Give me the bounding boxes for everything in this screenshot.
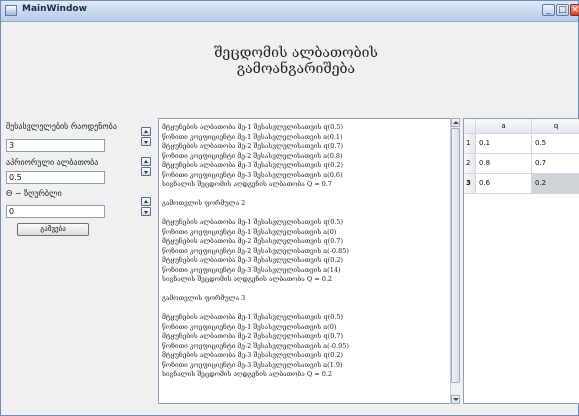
grid-corner [464,119,476,134]
theta-spin-up-icon[interactable] [141,197,151,206]
scroll-up-icon[interactable] [451,118,460,127]
results-line [162,285,448,295]
theta-spin-down-icon[interactable] [141,207,151,216]
grid-row-header[interactable]: 1 [464,134,476,154]
results-line: წონითი კოეფიციენტი მე-2 შესასვლელისათვის… [162,341,349,350]
page-title: შეცდომის ალბათობის გამოანგარიშება [214,45,378,77]
results-line: გამოთვლის ფორმულა 3 [162,294,246,302]
results-scrollbar[interactable] [450,118,460,404]
window-title: MainWindow [22,4,87,14]
results-line: მტყუნების ალბათობა მე-2 შესასვლელისათვის… [162,142,344,150]
count-spin-up-icon[interactable] [141,127,151,136]
close-button[interactable]: × [570,4,579,16]
results-line: მტყუნების ალბათობა მე-2 შესასვლელისათვის… [162,332,344,340]
grid-cell[interactable]: 0.5 [532,134,579,154]
apriori-label: აპრიორული ალბათობა [6,158,99,167]
results-line: წონითი კოეფიციენტი მე-1 შესასვლელისათვის… [162,227,337,236]
results-line: წონითი კოეფიციენტი მე-3 შესასვლელისათვის… [162,265,341,274]
results-line: მტყუნების ალბათობა მე-3 შესასვლელისათვის… [162,256,344,264]
results-line: წონითი კოეფიციენტი მე-3 შესასვლელისათვის… [162,170,343,179]
results-line: მტყუნების ალბათობა მე-3 შესასვლელისათვის… [162,161,344,169]
grid-header-q[interactable]: q [532,119,579,134]
grid-cell[interactable]: 0.7 [532,154,579,174]
grid-header-a[interactable]: a [476,119,532,134]
results-line: სიგნალის შეცდომის აღდგენის ალბათობა Q = … [162,275,333,283]
results-line: მტყუნების ალბათობა მე-1 შესასვლელისათვის… [162,218,344,226]
apriori-input[interactable]: 0.5 [6,171,105,184]
results-line: გამოთვლის ფორმულა 2 [162,199,246,207]
results-line: წონითი კოეფიციენტი მე-3 შესასვლელისათვის… [162,360,343,369]
results-line: წონითი კოეფიციენტი მე-1 შესასვლელისათვის… [162,132,343,141]
results-line: მტყუნების ალბათობა მე-1 შესასვლელისათვის… [162,313,344,321]
apriori-spin-up-icon[interactable] [141,157,151,166]
theta-input[interactable]: 0 [6,205,105,218]
results-line: სიგნალის შეცდომის აღდგენის ალბათობა Q = … [162,370,333,378]
results-line [162,209,448,219]
grid-row-header[interactable]: 2 [464,154,476,174]
results-line [162,190,448,200]
window-app-icon [5,5,17,16]
minimize-button[interactable]: _ [542,4,555,16]
count-spin-down-icon[interactable] [141,137,151,146]
grid-row-header[interactable]: 3 [464,174,476,194]
results-line: მტყუნების ალბათობა მე-1 შესასვლელისათვის… [162,123,344,131]
results-line: წონითი კოეფიციენტი მე-1 შესასვლელისათვის… [162,322,337,331]
theta-label: Θ − ზღურბლი [6,189,62,198]
run-button[interactable]: გაშვება [17,223,89,236]
data-grid[interactable]: a q 1 0.1 0.5 2 0.8 0.7 3 0.6 0.2 [463,118,579,404]
apriori-spin-down-icon[interactable] [141,167,151,176]
grid-cell[interactable]: 0.6 [476,174,532,194]
title-bar[interactable]: MainWindow _ □ × [1,1,579,22]
main-window: MainWindow _ □ × შეცდომის ალბათობის გამო… [0,0,579,416]
scroll-down-icon[interactable] [451,395,460,404]
maximize-button[interactable]: □ [556,4,569,16]
grid-cell[interactable]: 0.1 [476,134,532,154]
results-line: მტყუნების ალბათობა მე-2 შესასვლელისათვის… [162,237,344,245]
grid-cell[interactable]: 0.8 [476,154,532,174]
results-line: სიგნალის შეცდომის აღდგენის ალბათობა Q = … [162,180,333,188]
scroll-thumb[interactable] [451,128,460,383]
results-line: მტყუნების ალბათობა მე-3 შესასვლელისათვის… [162,351,344,359]
count-label: შესასვლელების რაოდენობა [6,122,117,131]
results-line [162,304,448,314]
results-line: წონითი კოეფიციენტი მე-2 შესასვლელისათვის… [162,246,349,255]
results-textbox[interactable]: მტყუნების ალბათობა მე-1 შესასვლელისათვის… [158,118,460,404]
grid-cell-selected[interactable]: 0.2 [532,174,579,194]
count-input[interactable]: 3 [6,139,105,152]
results-line: წონითი კოეფიციენტი მე-2 შესასვლელისათვის… [162,151,343,160]
results-text: მტყუნების ალბათობა მე-1 შესასვლელისათვის… [162,123,448,380]
